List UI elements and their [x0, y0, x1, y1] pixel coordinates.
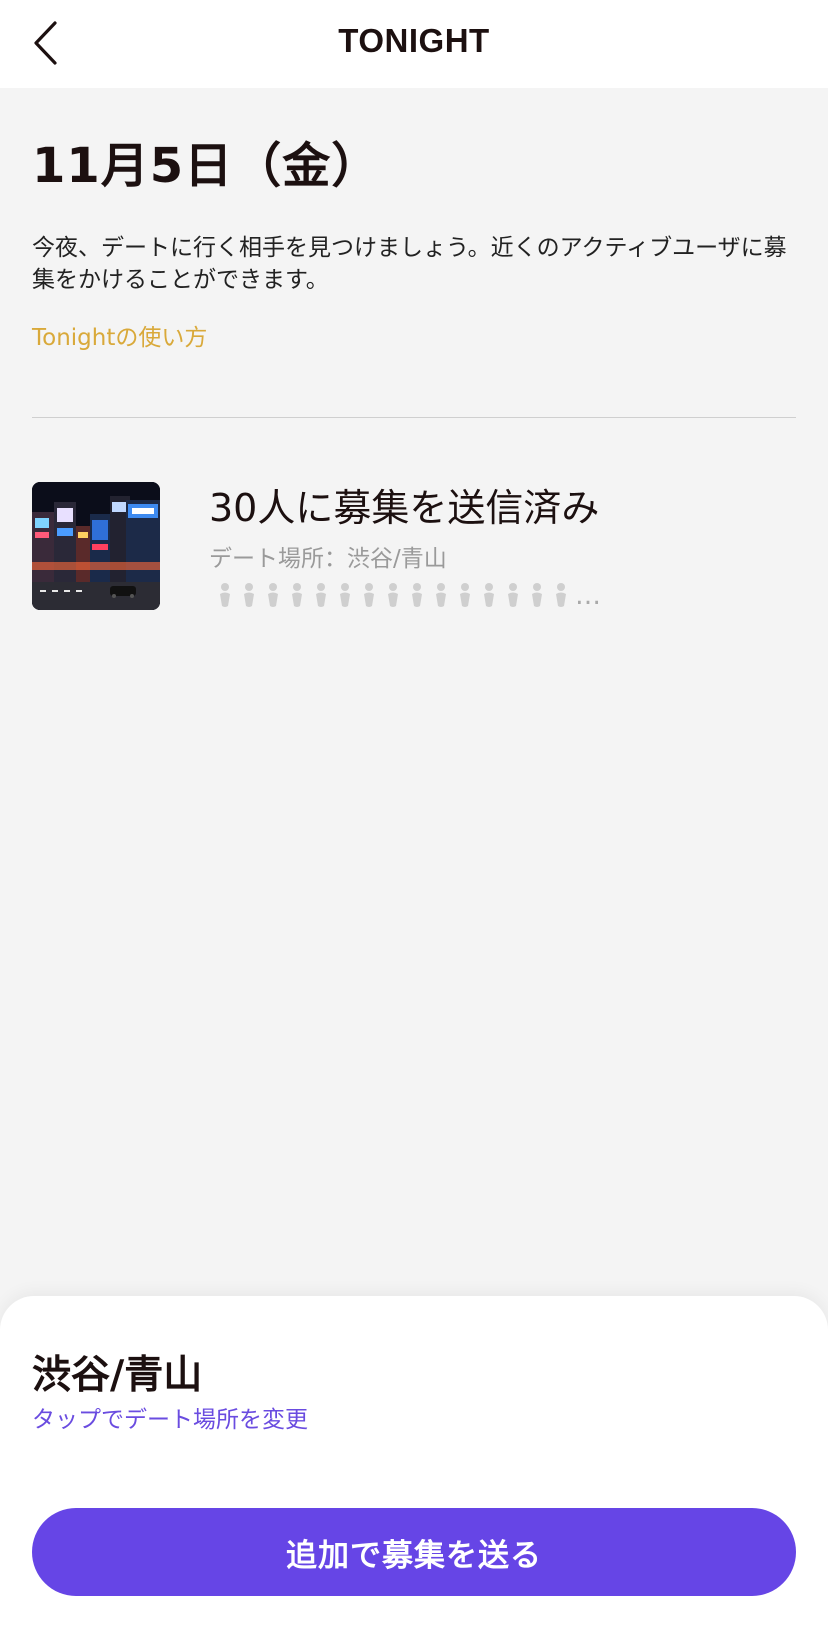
person-icon	[357, 582, 381, 610]
person-icon	[477, 582, 501, 610]
page-title: TONIGHT	[338, 22, 490, 59]
howto-link[interactable]: Tonightの使い方	[32, 318, 207, 352]
more-ellipsis: …	[575, 581, 602, 611]
person-icon	[429, 582, 453, 610]
person-icon	[261, 582, 285, 610]
recipient-icons-row: …	[213, 582, 602, 610]
person-icon	[309, 582, 333, 610]
person-icon	[285, 582, 309, 610]
person-icon	[213, 582, 237, 610]
selected-place[interactable]: 渋谷/青山	[32, 1344, 202, 1400]
person-icon	[381, 582, 405, 610]
date-heading: 11月5日（金）	[32, 138, 381, 194]
description-text: 今夜、デートに行く相手を見つけましょう。近くのアクティブユーザに募集をかけること…	[32, 235, 787, 293]
person-icon	[237, 582, 261, 610]
city-night-photo	[32, 482, 160, 610]
divider	[32, 417, 796, 418]
date-place-line: デート場所：渋谷/青山	[209, 546, 447, 572]
person-icon	[501, 582, 525, 610]
person-icon	[549, 582, 573, 610]
change-place-link[interactable]: タップでデート場所を変更	[32, 1400, 308, 1434]
person-icon	[525, 582, 549, 610]
bottom-sheet: 渋谷/青山 タップでデート場所を変更 追加で募集を送る	[0, 1296, 828, 1628]
person-icon	[333, 582, 357, 610]
recruit-status-card[interactable]: 30人に募集を送信済み デート場所：渋谷/青山 …	[32, 482, 796, 612]
send-more-button[interactable]: 追加で募集を送る	[32, 1508, 796, 1596]
nav-bar: TONIGHT	[0, 0, 828, 88]
sent-count-title: 30人に募集を送信済み	[209, 486, 600, 530]
person-icon	[405, 582, 429, 610]
person-icon	[453, 582, 477, 610]
